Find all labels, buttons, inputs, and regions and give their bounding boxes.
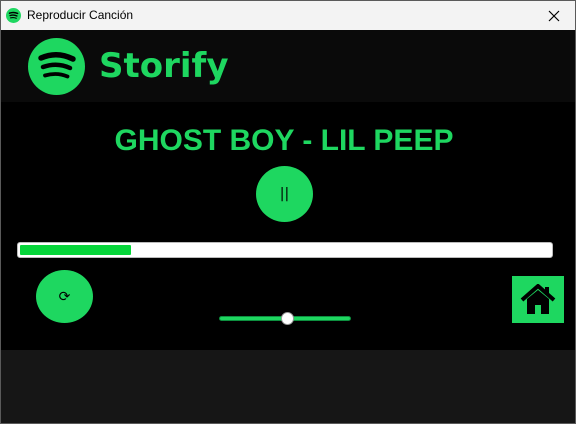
song-progress-bar[interactable] [17, 242, 553, 258]
pause-label: || [279, 186, 290, 202]
close-button[interactable] [533, 1, 575, 30]
spotify-icon [6, 8, 21, 23]
repeat-button[interactable]: ⟳ [36, 270, 93, 323]
window-title: Reproducir Canción [27, 8, 134, 22]
home-button[interactable] [512, 276, 564, 323]
app-window: Reproducir Canción Storify GHOST BOY - L… [0, 0, 576, 424]
brand-name: Storify [99, 46, 229, 86]
repeat-label: ⟳ [58, 288, 71, 305]
progress-fill [20, 245, 132, 255]
app-header: Storify [1, 30, 575, 102]
close-icon [548, 10, 560, 21]
home-icon [520, 283, 556, 314]
title-bar: Reproducir Canción [1, 1, 575, 30]
pause-button[interactable]: || [256, 166, 313, 222]
volume-slider[interactable] [219, 312, 351, 326]
player-panel: GHOST BOY - LIL PEEP || ⟳ [1, 102, 575, 350]
song-title: GHOST BOY - LIL PEEP [114, 124, 454, 157]
spotify-logo-icon [28, 38, 85, 95]
volume-slider-thumb[interactable] [281, 312, 294, 325]
